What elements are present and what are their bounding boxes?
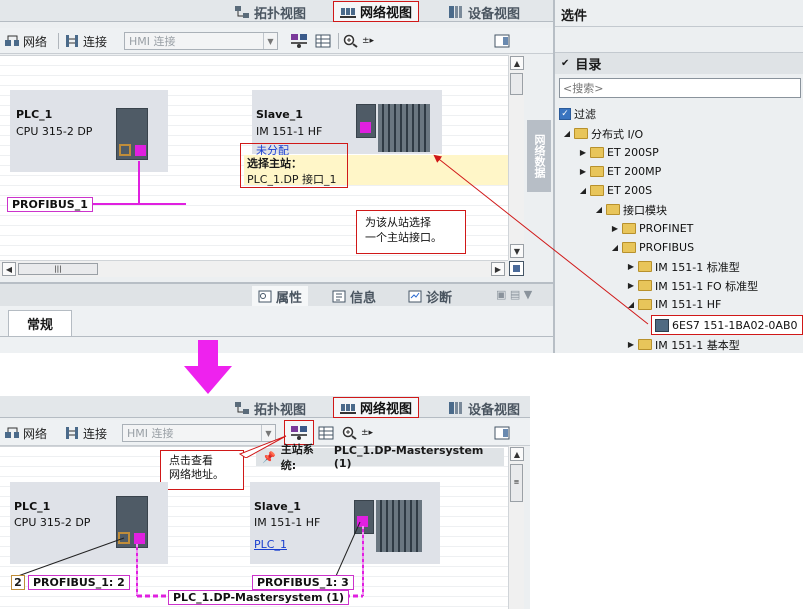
slave-address-leader — [335, 521, 361, 577]
scroll-thumb[interactable]: ≡ — [510, 464, 523, 502]
scroll-up-icon[interactable]: ▲ — [510, 447, 524, 461]
drag-arrow-line — [433, 154, 649, 325]
drag-arrow-overlay — [433, 154, 649, 325]
slave-subnet-label[interactable]: PROFIBUS_1: 3 — [252, 575, 354, 590]
transition-arrow-icon — [184, 340, 232, 394]
plc-subnet-label[interactable]: PROFIBUS_1: 2 — [28, 575, 130, 590]
master-system-line-label[interactable]: PLC_1.DP-Mastersystem (1) — [168, 590, 350, 605]
plc-address-box[interactable]: 2 — [11, 575, 25, 590]
bottom-vertical-scrollbar[interactable]: ▲ ≡ — [508, 446, 524, 609]
bottom-network-editor: 拓扑视图 网络视图 设备视图 网络 连接 HMI 连接 ▼ ±▸ 📌 主站系统:… — [0, 396, 530, 609]
plc-address-leader — [17, 537, 125, 577]
